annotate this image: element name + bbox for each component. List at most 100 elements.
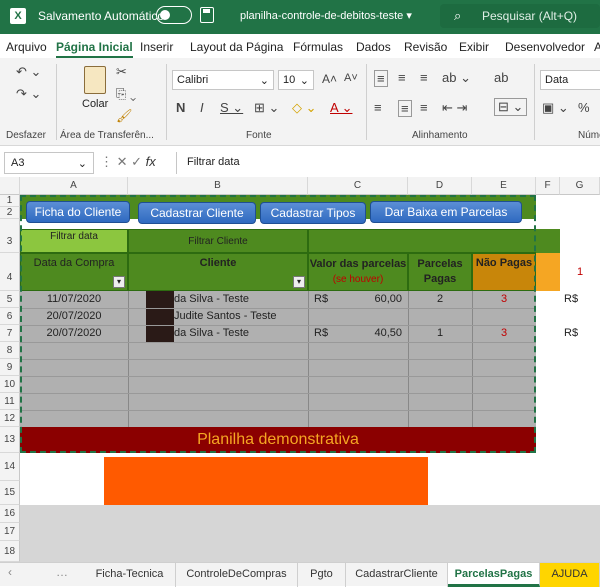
cut-icon[interactable]: ✂ (116, 64, 127, 80)
font-size-select[interactable]: 10 ⌄ (278, 70, 314, 90)
row-header[interactable]: 4 (0, 253, 20, 291)
tab-scroll-left-icon[interactable]: ‹ (8, 565, 12, 579)
row5-date[interactable]: 11/07/2020 (20, 291, 128, 308)
ficha-cliente-button[interactable]: Ficha do Cliente (26, 201, 130, 223)
row-header[interactable]: 6 (0, 308, 20, 325)
tab-pgto[interactable]: Pgto (298, 563, 346, 587)
redo-icon[interactable]: ↷ ⌄ (16, 86, 41, 102)
cadastrar-tipos-button[interactable]: Cadastrar Tipos (260, 202, 366, 224)
save-icon[interactable] (200, 7, 214, 23)
col-header-f[interactable]: F (536, 177, 560, 195)
tab-ficha-tecnica[interactable]: Ficha-Tecnica (84, 563, 176, 587)
col-header-e[interactable]: E (472, 177, 536, 195)
search-box[interactable]: ⌕ Pesquisar (Alt+Q) (440, 4, 600, 28)
name-box[interactable]: A3 ⌄ (4, 152, 94, 174)
paste-label[interactable]: Colar (82, 98, 108, 110)
orientation-icon[interactable]: ab ⌄ (442, 70, 471, 86)
shrink-font-icon[interactable]: A˅ (344, 72, 358, 84)
f5-cell[interactable]: R$ (564, 291, 598, 308)
col-header-b[interactable]: B (128, 177, 308, 195)
copy-icon[interactable]: ⎘ ⌄ (116, 86, 136, 102)
italic-icon[interactable]: I (200, 100, 204, 115)
menu-desenvolvedor[interactable]: Desenvolvedor (505, 40, 585, 54)
row-header[interactable]: 9 (0, 359, 20, 376)
number-format-select[interactable]: Data (540, 70, 600, 90)
align-left-icon[interactable]: ≡ (374, 100, 382, 115)
tab-parcelas-pagas[interactable]: ParcelasPagas (448, 563, 540, 587)
row-header[interactable]: 1 (0, 195, 20, 207)
fill-color-icon[interactable]: ◇ ⌄ (292, 100, 317, 116)
grow-font-icon[interactable]: A˄ (322, 72, 337, 86)
col-header-a[interactable]: A (20, 177, 128, 195)
menu-more[interactable]: A (594, 40, 600, 54)
percent-icon[interactable]: % (578, 100, 590, 115)
row7-unpaid[interactable]: 3 (472, 325, 536, 342)
row-header[interactable]: 7 (0, 325, 20, 342)
row-header[interactable]: 10 (0, 376, 20, 393)
underline-icon[interactable]: S ⌄ (220, 100, 243, 116)
select-all-corner[interactable] (0, 177, 20, 195)
align-right-icon[interactable]: ≡ (420, 100, 428, 115)
row-header[interactable]: 15 (0, 481, 20, 505)
row-header[interactable]: 17 (0, 523, 20, 541)
font-name-select[interactable]: Calibri ⌄ (172, 70, 274, 90)
row-header[interactable]: 2 (0, 207, 20, 219)
spreadsheet-grid[interactable]: A B C D E F G 1 2 3 4 5 6 7 8 9 10 11 12… (0, 177, 600, 562)
align-center-icon[interactable]: ≡ (398, 100, 412, 117)
col-header-d[interactable]: D (408, 177, 472, 195)
formula-controls[interactable]: ⋮ ✕ ✓ fx (100, 154, 156, 170)
tab-ajuda[interactable]: AJUDA (540, 563, 600, 587)
col-header-g[interactable]: G (560, 177, 600, 195)
format-painter-icon[interactable]: 🖌 (116, 108, 133, 124)
row-header[interactable]: 12 (0, 410, 20, 427)
filter-dropdown-icon[interactable]: ▾ (293, 276, 305, 288)
row-header[interactable]: 18 (0, 541, 20, 562)
row7-date[interactable]: 20/07/2020 (20, 325, 128, 342)
row7-value[interactable]: R$ 40,50 (308, 325, 408, 342)
row-header[interactable]: 16 (0, 505, 20, 523)
row5-value[interactable]: R$ 60,00 (308, 291, 408, 308)
row-header[interactable]: 5 (0, 291, 20, 308)
align-middle-icon[interactable]: ≡ (398, 70, 406, 85)
row-header[interactable]: 13 (0, 427, 20, 453)
row6-date[interactable]: 20/07/2020 (20, 308, 128, 325)
row-header[interactable]: 3 (0, 219, 20, 253)
bold-icon[interactable]: N (176, 100, 185, 115)
menu-dados[interactable]: Dados (356, 40, 391, 54)
filter-dropdown-icon[interactable]: ▾ (113, 276, 125, 288)
row5-paid[interactable]: 2 (408, 291, 472, 308)
header-client[interactable]: Cliente ▾ (128, 253, 308, 291)
indent-icon[interactable]: ⇤ ⇥ (442, 100, 467, 116)
filter-client-cell[interactable]: Filtrar Cliente (128, 229, 308, 253)
f7-cell[interactable]: R$ (564, 325, 598, 342)
wrap-text-icon[interactable]: ab (494, 70, 508, 85)
row-header[interactable]: 14 (0, 453, 20, 481)
tab-cadastrar-cliente[interactable]: CadastrarCliente (346, 563, 448, 587)
formula-input[interactable]: Filtrar data (176, 152, 600, 174)
align-bottom-icon[interactable]: ≡ (420, 70, 428, 85)
menu-inserir[interactable]: Inserir (140, 40, 173, 54)
f4-cell[interactable] (536, 253, 560, 291)
menu-pagina-inicial[interactable]: Página Inicial (56, 40, 133, 59)
filter-date-cell[interactable]: Filtrar data (20, 229, 128, 253)
menu-layout[interactable]: Layout da Página (190, 40, 283, 54)
f3-cell[interactable] (536, 229, 560, 253)
orange-shape[interactable] (104, 457, 428, 505)
currency-format-icon[interactable]: ▣ ⌄ (542, 100, 569, 116)
align-top-icon[interactable]: ≡ (374, 70, 388, 87)
row-header[interactable]: 11 (0, 393, 20, 410)
row7-paid[interactable]: 1 (408, 325, 472, 342)
menu-exibir[interactable]: Exibir (459, 40, 489, 54)
tab-controle-compras[interactable]: ControleDeCompras (176, 563, 298, 587)
header-date[interactable]: Data da Compra ▾ (20, 253, 128, 291)
tab-more-icon[interactable]: … (56, 565, 68, 579)
row-header[interactable]: 8 (0, 342, 20, 359)
col-header-c[interactable]: C (308, 177, 408, 195)
file-name[interactable]: planilha-controle-de-debitos-teste ▾ (240, 9, 412, 22)
dar-baixa-button[interactable]: Dar Baixa em Parcelas (370, 201, 522, 223)
menu-formulas[interactable]: Fórmulas (293, 40, 343, 54)
menu-arquivo[interactable]: Arquivo (6, 40, 47, 54)
row5-unpaid[interactable]: 3 (472, 291, 536, 308)
font-color-icon[interactable]: A ⌄ (330, 100, 352, 116)
autosave-toggle[interactable] (156, 6, 192, 24)
